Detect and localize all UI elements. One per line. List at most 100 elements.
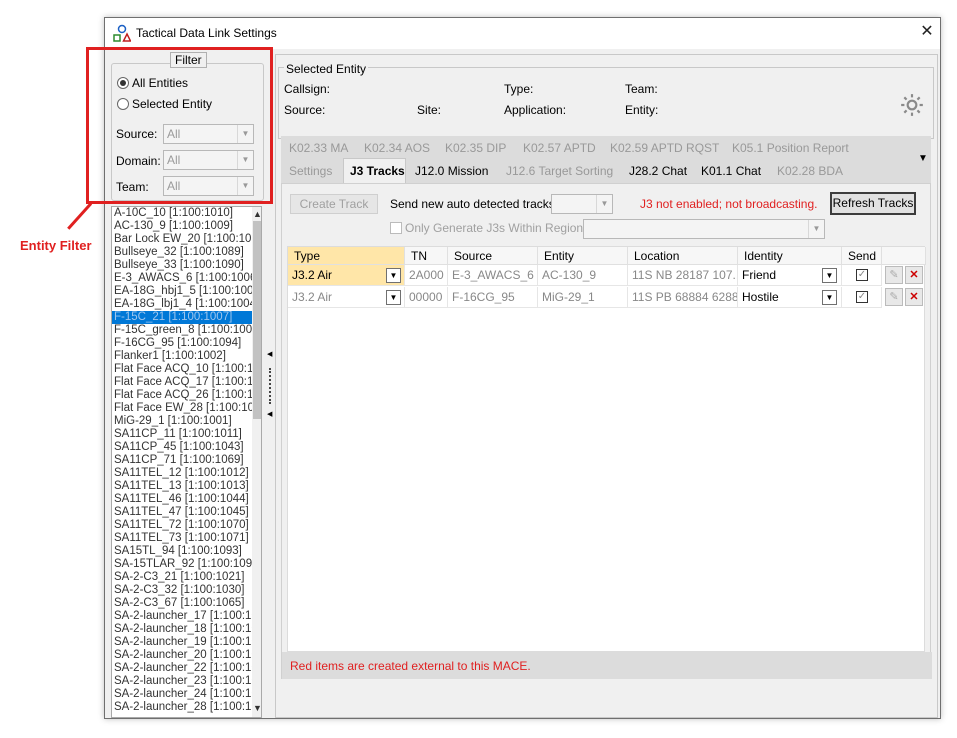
list-item[interactable]: Flat Face EW_28 [1:100:1028] — [112, 402, 261, 415]
row-1-send-checkbox[interactable]: ✓ — [856, 269, 868, 281]
list-item[interactable]: SA11TEL_46 [1:100:1044] — [112, 493, 261, 506]
list-item[interactable]: SA15TL_94 [1:100:1093] — [112, 545, 261, 558]
list-item[interactable]: SA11TEL_73 [1:100:1071] — [112, 532, 261, 545]
list-item[interactable]: Flat Face ACQ_17 [1:100:1017] — [112, 376, 261, 389]
tab-j28-2[interactable]: J28.2 Chat — [629, 164, 687, 178]
row-1-entity[interactable]: AC-130_9 — [538, 265, 628, 286]
row-2-tn[interactable]: 00000 — [405, 287, 448, 308]
row-1-location[interactable]: 11S NB 28187 107... — [628, 265, 738, 286]
list-item[interactable]: Bullseye_33 [1:100:1090] — [112, 259, 261, 272]
scroll-up-icon[interactable]: ▲ — [253, 209, 261, 219]
row-2-source[interactable]: F-16CG_95 — [448, 287, 538, 308]
row-2-location[interactable]: 11S PB 68884 62889 — [628, 287, 738, 308]
list-item[interactable]: SA11CP_45 [1:100:1043] — [112, 441, 261, 454]
list-item[interactable]: F-15C_green_8 [1:100:1008] — [112, 324, 261, 337]
tab-settings[interactable]: Settings — [289, 164, 332, 178]
list-item[interactable]: SA-15TLAR_92 [1:100:1091] — [112, 558, 261, 571]
col-header-type[interactable]: Type — [288, 247, 405, 265]
region-combo[interactable]: ▼ — [583, 219, 825, 239]
list-item[interactable]: SA11TEL_72 [1:100:1070] — [112, 519, 261, 532]
scroll-thumb[interactable] — [253, 221, 261, 419]
list-item[interactable]: AC-130_9 [1:100:1009] — [112, 220, 261, 233]
tab-overflow-icon[interactable]: ▼ — [918, 153, 928, 164]
table-row-2-type-cell[interactable]: J3.2 Air ▼ — [288, 287, 405, 308]
table-row-1-type-cell[interactable]: J3.2 Air ▼ — [288, 265, 405, 286]
tab-j12-6[interactable]: J12.6 Target Sorting — [506, 164, 613, 178]
list-item[interactable]: Flat Face ACQ_10 [1:100:1010] — [112, 363, 261, 376]
list-item[interactable]: Flanker1 [1:100:1002] — [112, 350, 261, 363]
list-item[interactable]: SA-2-launcher_28 [1:100:1028] — [112, 701, 261, 714]
list-item[interactable]: SA-2-C3_32 [1:100:1030] — [112, 584, 261, 597]
list-item[interactable]: SA11TEL_12 [1:100:1012] — [112, 467, 261, 480]
list-item[interactable]: F-16CG_95 [1:100:1094] — [112, 337, 261, 350]
row-1-send-cell[interactable]: ✓ — [842, 265, 882, 286]
list-item[interactable]: SA-2-launcher_20 [1:100:1020] — [112, 649, 261, 662]
delete-track-icon[interactable]: ✕ — [905, 266, 923, 284]
entity-list[interactable]: A-10C_10 [1:100:1010] AC-130_9 [1:100:100… — [111, 206, 262, 718]
list-item[interactable]: SA11CP_11 [1:100:1011] — [112, 428, 261, 441]
tab-k02-57[interactable]: K02.57 APTD — [523, 141, 596, 155]
tab-k05-1[interactable]: K05.1 Position Report — [732, 141, 849, 155]
list-item[interactable]: SA-2-launcher_19 [1:100:1019] — [112, 636, 261, 649]
edit-track-icon[interactable]: ✎ — [885, 266, 903, 284]
col-header-send[interactable]: Send — [842, 247, 882, 265]
list-item[interactable]: SA11CP_71 [1:100:1069] — [112, 454, 261, 467]
col-header-entity[interactable]: Entity — [538, 247, 628, 265]
gear-icon[interactable] — [899, 92, 925, 118]
list-item[interactable]: F-15C_21 [1:100:1007] — [112, 311, 261, 324]
list-item[interactable]: SA11TEL_47 [1:100:1045] — [112, 506, 261, 519]
row-1-tn[interactable]: 2A000 — [405, 265, 448, 286]
only-generate-checkbox[interactable] — [390, 222, 402, 234]
col-header-location[interactable]: Location — [628, 247, 738, 265]
close-button[interactable]: ✕ — [917, 22, 937, 42]
list-item[interactable]: A-10C_10 [1:100:1010] — [112, 207, 261, 220]
tab-k02-28[interactable]: K02.28 BDA — [777, 164, 843, 178]
refresh-tracks-button[interactable]: Refresh Tracks — [830, 192, 916, 215]
col-header-source[interactable]: Source — [448, 247, 538, 265]
delete-track-icon[interactable]: ✕ — [905, 288, 923, 306]
list-item[interactable]: MiG-29_1 [1:100:1001] — [112, 415, 261, 428]
tab-j3-tracks[interactable]: J3 Tracks — [343, 158, 406, 184]
table-row-2-identity-cell[interactable]: Hostile ▼ — [738, 287, 842, 308]
list-item[interactable]: EA-18G_lbj1_4 [1:100:1004] — [112, 298, 261, 311]
create-track-button[interactable]: Create Track — [290, 194, 378, 214]
list-item[interactable]: SA-2-launcher_23 [1:100:1023] — [112, 675, 261, 688]
send-auto-combo[interactable]: ▼ — [551, 194, 613, 214]
list-item[interactable]: SA-2-launcher_18 [1:100:1018] — [112, 623, 261, 636]
tab-k02-33[interactable]: K02.33 MA — [289, 141, 348, 155]
col-header-identity[interactable]: Identity — [738, 247, 842, 265]
chevron-down-icon[interactable]: ▼ — [822, 268, 837, 283]
row-1-source[interactable]: E-3_AWACS_6 — [448, 265, 538, 286]
list-item[interactable]: E-3_AWACS_6 [1:100:1006] — [112, 272, 261, 285]
tab-j12-0[interactable]: J12.0 Mission — [415, 164, 488, 178]
collapse-left-icon[interactable]: ◀ — [267, 350, 272, 358]
row-2-entity[interactable]: MiG-29_1 — [538, 287, 628, 308]
col-header-tn[interactable]: TN — [405, 247, 448, 265]
list-item[interactable]: SA-2-launcher_17 [1:100:1017] — [112, 610, 261, 623]
table-row-1-identity-cell[interactable]: Friend ▼ — [738, 265, 842, 286]
list-item[interactable]: SA-2-launcher_22 [1:100:1022] — [112, 662, 261, 675]
chevron-down-icon[interactable]: ▼ — [822, 290, 837, 305]
collapse-left-icon[interactable]: ◀ — [267, 410, 272, 418]
splitter-grip[interactable] — [269, 368, 271, 404]
chevron-down-icon[interactable]: ▼ — [386, 268, 401, 283]
tab-k02-59[interactable]: K02.59 APTD RQST — [610, 141, 719, 155]
chevron-down-icon[interactable]: ▼ — [386, 290, 401, 305]
application-label: Application: — [504, 103, 567, 117]
edit-track-icon[interactable]: ✎ — [885, 288, 903, 306]
tab-k02-35[interactable]: K02.35 DIP — [445, 141, 506, 155]
list-item[interactable]: Flat Face ACQ_26 [1:100:1026] — [112, 389, 261, 402]
row-2-send-checkbox[interactable]: ✓ — [856, 291, 868, 303]
row-2-send-cell[interactable]: ✓ — [842, 287, 882, 308]
tab-k02-34[interactable]: K02.34 AOS — [364, 141, 430, 155]
tab-k01-1[interactable]: K01.1 Chat — [701, 164, 761, 178]
list-item[interactable]: Bar Lock EW_20 [1:100:1020] — [112, 233, 261, 246]
list-item[interactable]: Bullseye_32 [1:100:1089] — [112, 246, 261, 259]
list-item[interactable]: SA-2-C3_21 [1:100:1021] — [112, 571, 261, 584]
list-item[interactable]: SA11TEL_13 [1:100:1013] — [112, 480, 261, 493]
scroll-down-icon[interactable]: ▼ — [253, 703, 261, 713]
list-item[interactable]: EA-18G_hbj1_5 [1:100:1005] — [112, 285, 261, 298]
entity-list-scrollbar[interactable]: ▲ ▼ — [252, 207, 261, 717]
list-item[interactable]: SA-2-launcher_24 [1:100:1024] — [112, 688, 261, 701]
list-item[interactable]: SA-2-C3_67 [1:100:1065] — [112, 597, 261, 610]
